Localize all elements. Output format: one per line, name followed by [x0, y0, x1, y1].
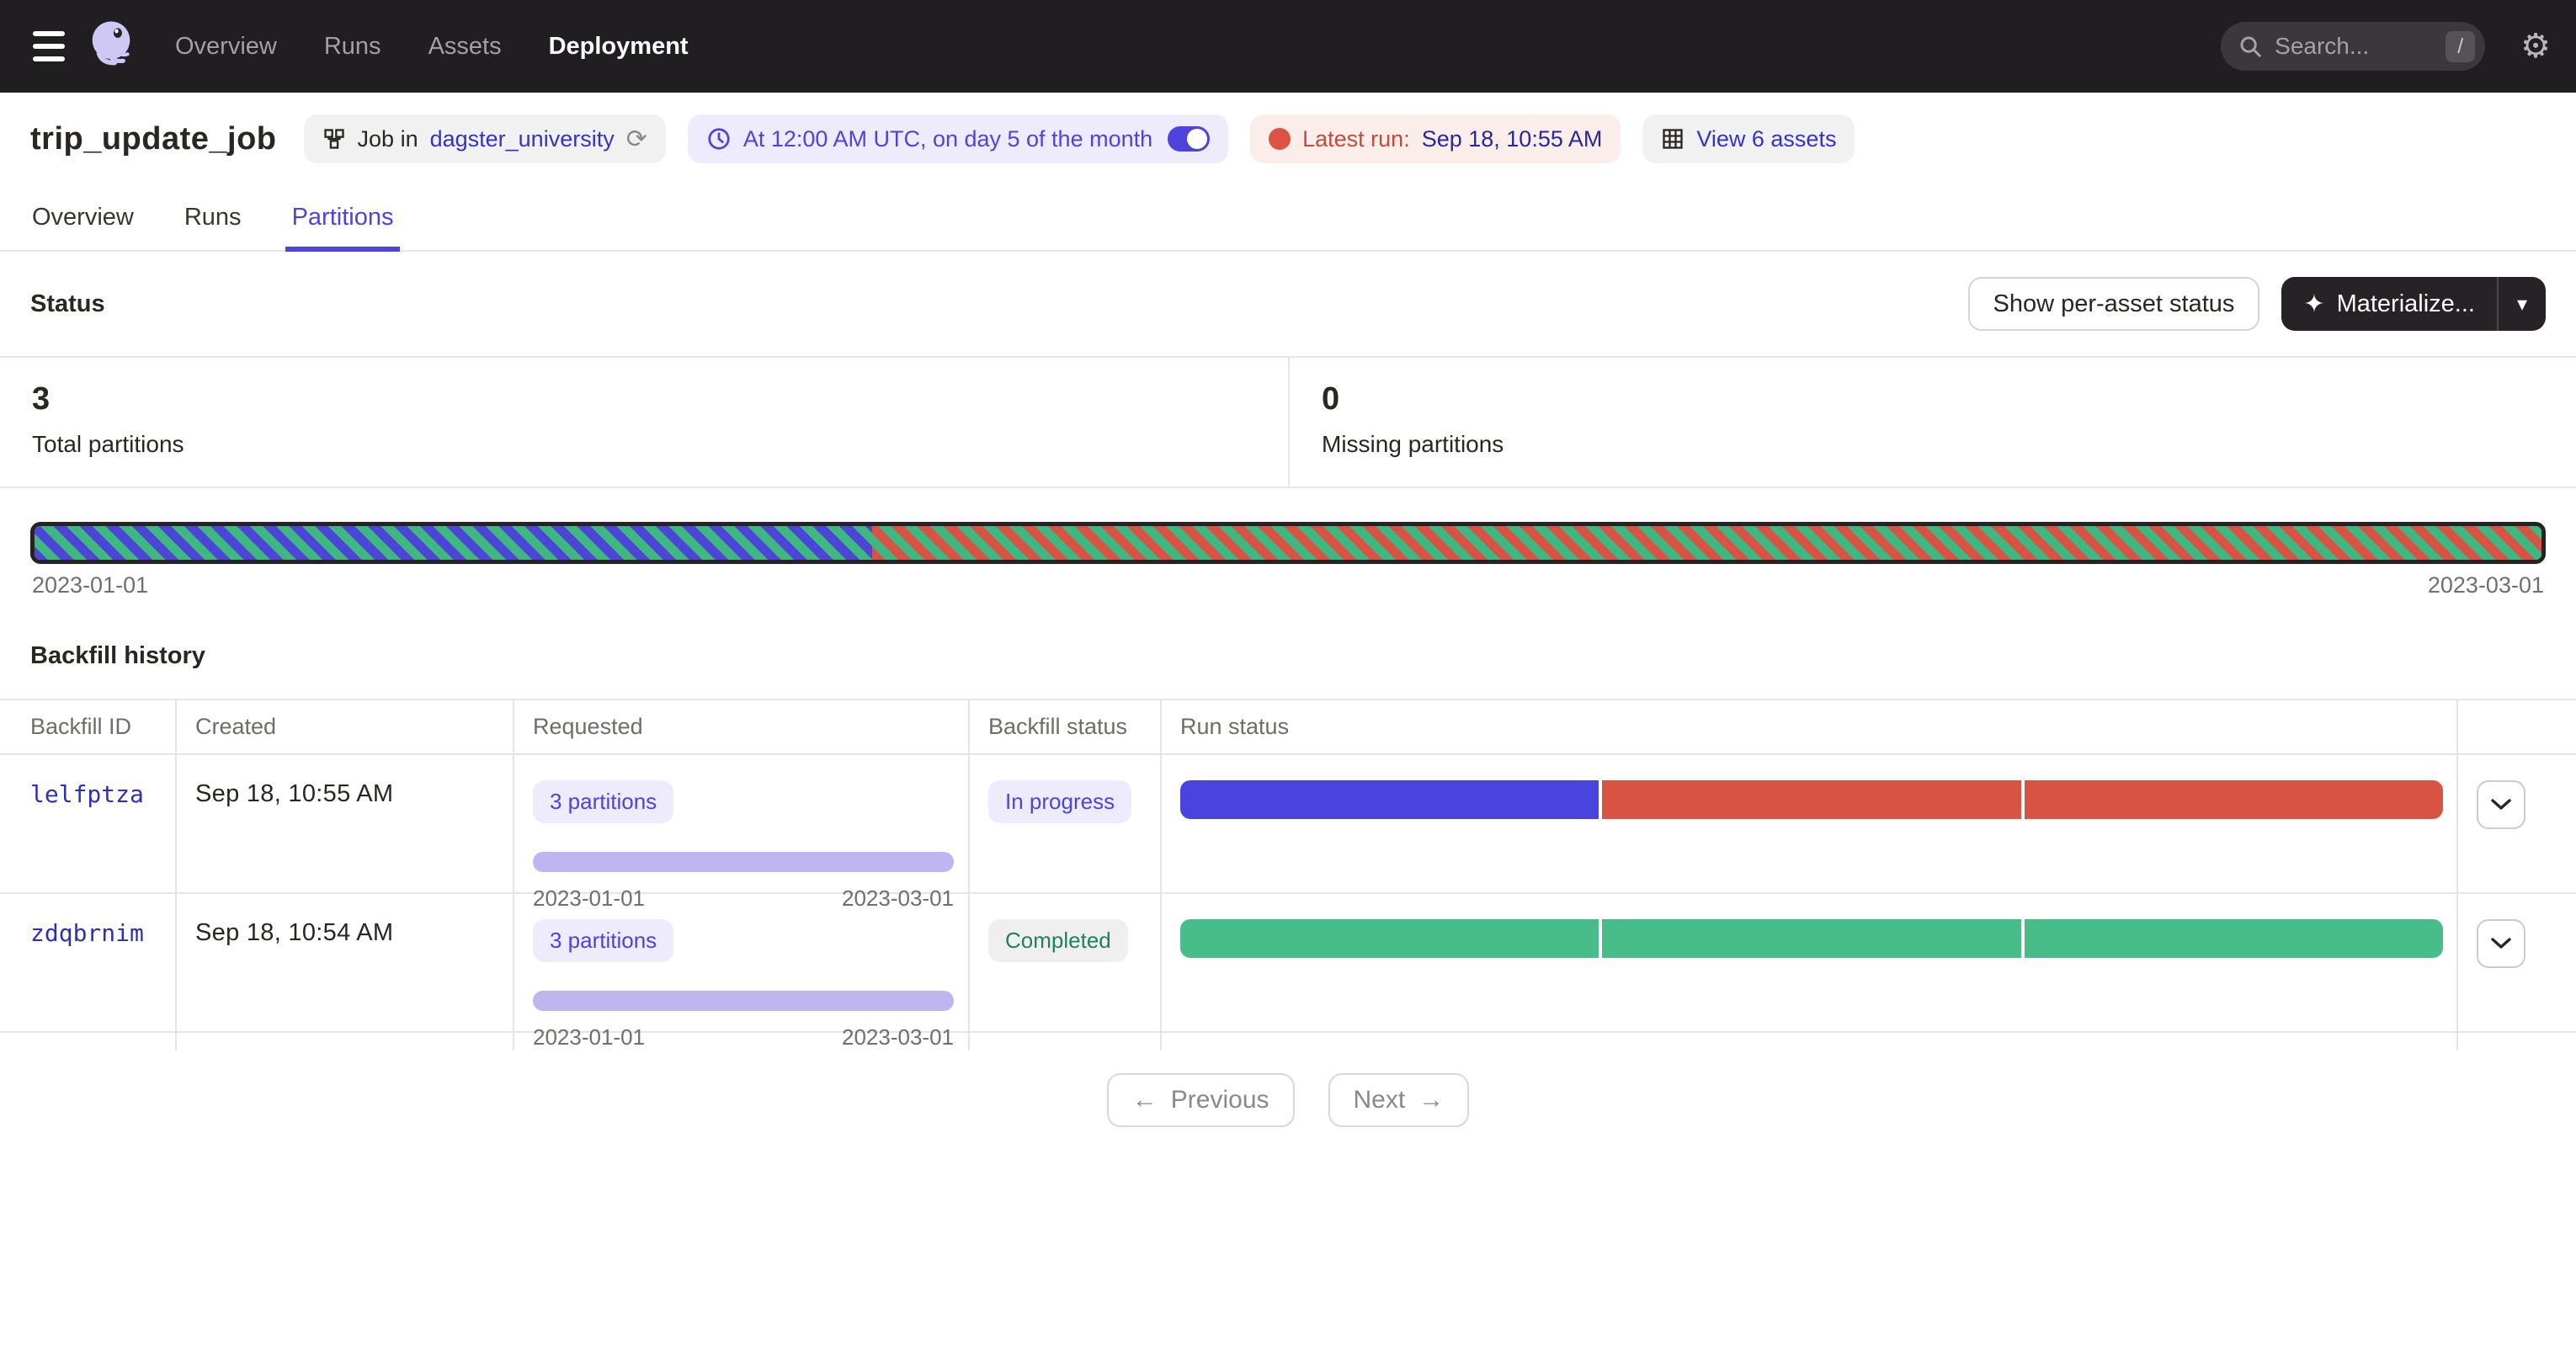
- job-graph-icon: [322, 127, 346, 151]
- partition-status-bar-section: 2023-01-01 2023-03-01: [0, 488, 2576, 598]
- missing-partitions-cell: 0 Missing partitions: [1288, 358, 2576, 487]
- tab-overview[interactable]: Overview: [30, 189, 136, 250]
- arrow-right-icon: →: [1418, 1086, 1444, 1114]
- job-header: trip_update_job Job in dagster_universit…: [0, 93, 2576, 182]
- arrow-left-icon: ←: [1132, 1086, 1158, 1114]
- expand-row-button[interactable]: [2477, 780, 2525, 829]
- assets-grid-icon: [1661, 127, 1685, 151]
- materialize-button[interactable]: ✦ Materialize...: [2281, 277, 2497, 331]
- latest-run-time-link[interactable]: Sep 18, 10:55 AM: [1422, 126, 1603, 152]
- total-partitions-value: 3: [32, 381, 1254, 418]
- run-status-bar[interactable]: [1180, 919, 2443, 958]
- backfill-id-link[interactable]: zdqbrnim: [30, 919, 144, 947]
- column-backfill-id: Backfill ID: [0, 700, 177, 753]
- nav-item-runs[interactable]: Runs: [324, 33, 381, 61]
- view-assets-chip: View 6 assets: [1642, 114, 1855, 163]
- materialize-label: Materialize...: [2337, 290, 2475, 318]
- backfill-history-heading: Backfill history: [0, 598, 2576, 699]
- table-header-row: Backfill ID Created Requested Backfill s…: [0, 700, 2576, 753]
- hamburger-menu-icon[interactable]: [25, 23, 72, 70]
- backfill-status-badge: Completed: [988, 919, 1128, 962]
- partition-counts: 3 Total partitions 0 Missing partitions: [0, 356, 2576, 488]
- requested-range-bar: [533, 991, 954, 1011]
- show-per-asset-status-button[interactable]: Show per-asset status: [1968, 277, 2260, 331]
- requested-end-date: 2023-03-01: [842, 1024, 954, 1051]
- run-status-dot: [1269, 128, 1291, 150]
- column-requested: Requested: [514, 700, 970, 753]
- nav-item-overview[interactable]: Overview: [175, 33, 277, 61]
- refresh-icon[interactable]: ⟳: [626, 125, 647, 154]
- created-timestamp: Sep 18, 10:55 AM: [195, 780, 393, 807]
- nav-item-deployment[interactable]: Deployment: [549, 33, 689, 61]
- partitions-count-badge[interactable]: 3 partitions: [533, 919, 673, 962]
- search-shortcut-key: /: [2446, 31, 2475, 62]
- missing-partitions-label: Missing partitions: [1322, 431, 2542, 458]
- chevron-down-icon: [2490, 798, 2512, 811]
- sparkle-icon: ✦: [2303, 290, 2324, 319]
- latest-run-label: Latest run:: [1302, 126, 1410, 152]
- gear-icon[interactable]: ⚙: [2520, 29, 2551, 63]
- schedule-label: At 12:00 AM UTC, on day 5 of the month: [743, 126, 1152, 152]
- column-expand: [2458, 700, 2576, 753]
- next-label: Next: [1354, 1086, 1406, 1114]
- created-timestamp: Sep 18, 10:54 AM: [195, 919, 393, 946]
- materialize-dropdown-button[interactable]: ▾: [2497, 277, 2546, 331]
- table-row: lelfptza Sep 18, 10:55 AM 3 partitions 2…: [0, 753, 2576, 892]
- column-run-status: Run status: [1162, 700, 2458, 753]
- previous-page-button[interactable]: ← Previous: [1107, 1073, 1295, 1127]
- job-location-chip: Job in dagster_university ⟳: [304, 114, 666, 163]
- column-backfill-status: Backfill status: [970, 700, 1162, 753]
- page-title: trip_update_job: [30, 121, 277, 157]
- dagster-logo: [81, 16, 141, 77]
- run-status-bar[interactable]: [1180, 780, 2443, 819]
- table-row: zdqbrnim Sep 18, 10:54 AM 3 partitions 2…: [0, 892, 2576, 1031]
- pagination: ← Previous Next →: [0, 1033, 2576, 1168]
- latest-run-chip: Latest run: Sep 18, 10:55 AM: [1250, 114, 1621, 163]
- job-tabs: Overview Runs Partitions: [0, 189, 2576, 252]
- requested-range-bar: [533, 852, 954, 872]
- clock-icon: [706, 126, 732, 152]
- code-location-link[interactable]: dagster_university: [430, 126, 615, 152]
- partition-status-bar[interactable]: [30, 522, 2546, 564]
- previous-label: Previous: [1171, 1086, 1269, 1114]
- status-heading: Status: [30, 290, 105, 318]
- nav-item-assets[interactable]: Assets: [428, 33, 502, 61]
- expand-row-button[interactable]: [2477, 919, 2525, 968]
- search-icon: [2238, 34, 2263, 59]
- column-created: Created: [177, 700, 514, 753]
- total-partitions-label: Total partitions: [32, 431, 1254, 458]
- view-assets-link[interactable]: View 6 assets: [1696, 126, 1836, 152]
- main-nav: Overview Runs Assets Deployment: [175, 33, 689, 61]
- backfill-status-badge: In progress: [988, 780, 1131, 823]
- partitions-count-badge[interactable]: 3 partitions: [533, 780, 673, 823]
- total-partitions-cell: 3 Total partitions: [0, 358, 1288, 487]
- tab-runs[interactable]: Runs: [183, 189, 243, 250]
- search-input[interactable]: [2275, 33, 2446, 60]
- missing-partitions-value: 0: [1322, 381, 2542, 418]
- backfill-history-table: Backfill ID Created Requested Backfill s…: [0, 699, 2576, 1033]
- next-page-button[interactable]: Next →: [1328, 1073, 1470, 1127]
- schedule-toggle[interactable]: [1168, 126, 1210, 152]
- tab-partitions[interactable]: Partitions: [290, 189, 396, 250]
- partition-range-start: 2023-01-01: [32, 572, 148, 598]
- backfill-id-link[interactable]: lelfptza: [30, 780, 144, 808]
- job-chip-prefix: Job in: [358, 126, 418, 152]
- requested-start-date: 2023-01-01: [533, 1024, 645, 1051]
- materialize-split-button: ✦ Materialize... ▾: [2281, 277, 2546, 331]
- status-section-header: Status Show per-asset status ✦ Materiali…: [0, 252, 2576, 356]
- schedule-chip: At 12:00 AM UTC, on day 5 of the month: [688, 114, 1228, 163]
- chevron-down-icon: [2490, 937, 2512, 950]
- partition-range-end: 2023-03-01: [2428, 572, 2544, 598]
- search-box[interactable]: /: [2221, 22, 2485, 71]
- top-navigation-bar: Overview Runs Assets Deployment / ⚙: [0, 0, 2576, 93]
